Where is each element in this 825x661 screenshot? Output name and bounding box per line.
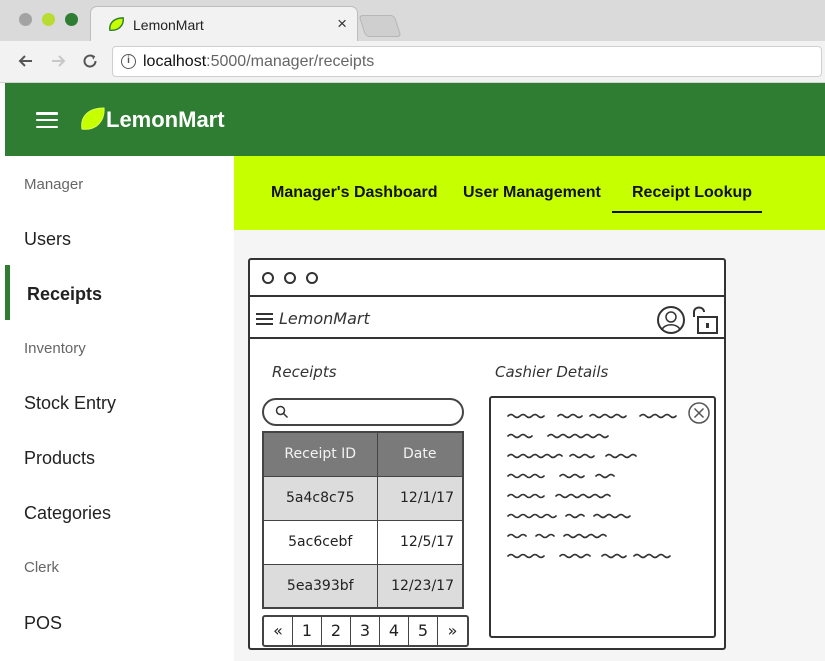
wireframe-sketch: LemonMart Receipts Cashier Details Recei… <box>248 258 726 650</box>
sidebar-item-pos[interactable]: POS <box>24 613 62 634</box>
sketch-brand: LemonMart <box>279 309 370 328</box>
url-host: localhost <box>143 53 207 70</box>
pager-next-button: » <box>447 621 458 640</box>
table-row: 5ea393bf 12/23/17 <box>262 563 464 609</box>
sketch-receipts-label: Receipts <box>272 363 337 381</box>
receipt-date-cell: 12/1/17 <box>376 475 464 521</box>
pager-page-3: 3 <box>351 617 380 645</box>
sidebar-item-products[interactable]: Products <box>24 448 95 469</box>
manager-tab-bar: Manager's Dashboard User Management Rece… <box>234 156 825 230</box>
browser-toolbar: i localhost:5000/manager/receipts <box>0 41 825 83</box>
window-close-button[interactable] <box>19 13 32 26</box>
sketch-search-input <box>262 398 464 426</box>
info-icon[interactable]: i <box>121 54 136 69</box>
url-path: :5000/manager/receipts <box>206 53 375 70</box>
hamburger-menu-icon[interactable] <box>36 112 58 129</box>
sketch-window-dot <box>306 272 318 284</box>
window-minimize-button[interactable] <box>42 13 55 26</box>
active-tab-underline <box>612 211 762 213</box>
sketch-avatar-icon <box>657 306 685 334</box>
search-icon <box>275 405 289 419</box>
pager-page-4: 4 <box>380 617 409 645</box>
sidebar-item-categories[interactable]: Categories <box>24 503 111 524</box>
tab-close-icon[interactable]: × <box>337 14 347 34</box>
receipt-id-cell: 5ac6cebf <box>262 519 378 565</box>
sketch-cashier-details-card <box>489 396 716 638</box>
sidebar-item-receipts[interactable]: Receipts <box>27 284 102 305</box>
table-row: 5ac6cebf 12/5/17 <box>262 519 464 565</box>
address-bar[interactable]: i localhost:5000/manager/receipts <box>112 46 822 77</box>
receipt-date-cell: 12/5/17 <box>376 519 464 565</box>
reload-icon[interactable] <box>79 50 101 72</box>
sketch-receipts-table: Receipt ID Date 5a4c8c75 12/1/17 5ac6ceb… <box>262 431 464 609</box>
sidebar-item-stock-entry[interactable]: Stock Entry <box>24 393 116 414</box>
app-toolbar: LemonMart <box>5 83 825 156</box>
tab-receipt-lookup[interactable]: Receipt Lookup <box>632 184 752 202</box>
sidebar-heading-clerk: Clerk <box>24 559 60 576</box>
sketch-menu-icon <box>256 313 273 325</box>
back-arrow-icon[interactable] <box>15 50 37 72</box>
table-header-receipt-id: Receipt ID <box>262 431 378 477</box>
browser-tab[interactable]: LemonMart × <box>90 6 358 42</box>
sketch-lock-icon <box>693 306 718 334</box>
sketch-pagination: « 1 2 3 4 5 » <box>262 615 469 647</box>
pager-prev-button: « <box>264 617 293 645</box>
sketch-window-dot <box>262 272 274 284</box>
table-header-date: Date <box>376 431 464 477</box>
tab-managers-dashboard[interactable]: Manager's Dashboard <box>271 184 438 202</box>
sketch-cashier-details-label: Cashier Details <box>495 363 609 381</box>
window-maximize-button[interactable] <box>65 13 78 26</box>
sidebar: Manager Users Receipts Inventory Stock E… <box>5 156 234 661</box>
table-row: 5a4c8c75 12/1/17 <box>262 475 464 521</box>
lemon-logo-icon <box>81 107 105 130</box>
new-tab-button[interactable] <box>358 15 402 37</box>
sketch-window-titlebar <box>250 260 724 297</box>
forward-arrow-icon[interactable] <box>47 50 69 72</box>
sidebar-active-indicator <box>5 265 10 320</box>
receipt-date-cell: 12/23/17 <box>376 563 464 609</box>
browser-tab-title: LemonMart <box>133 17 204 33</box>
pager-page-1: 1 <box>293 617 322 645</box>
sidebar-heading-inventory: Inventory <box>24 340 86 357</box>
sidebar-item-users[interactable]: Users <box>24 229 71 250</box>
sidebar-heading-manager: Manager <box>24 176 84 193</box>
browser-tab-strip: LemonMart × <box>0 0 825 42</box>
pager-page-5: 5 <box>409 617 438 645</box>
lemon-favicon-icon <box>109 17 124 31</box>
sketch-app-header: LemonMart <box>250 299 724 339</box>
receipt-id-cell: 5ea393bf <box>262 563 378 609</box>
url-text: localhost:5000/manager/receipts <box>143 53 374 71</box>
receipt-id-cell: 5a4c8c75 <box>262 475 378 521</box>
placeholder-text-scribble <box>507 413 677 559</box>
sketch-window-dot <box>284 272 296 284</box>
tab-user-management[interactable]: User Management <box>463 184 601 202</box>
app-title: LemonMart <box>106 107 225 132</box>
pager-page-2: 2 <box>322 617 351 645</box>
